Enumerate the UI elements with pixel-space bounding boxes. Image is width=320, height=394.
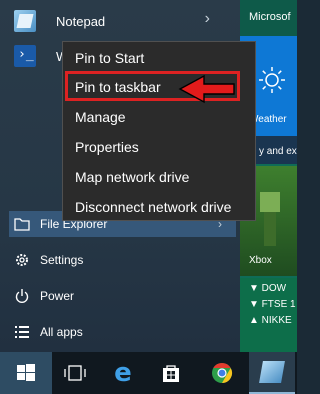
chrome-icon — [212, 362, 233, 384]
sun-icon — [259, 67, 285, 93]
taskbar: e — [0, 352, 297, 394]
edge-taskbar-button[interactable]: e — [100, 352, 146, 394]
windows-start-button[interactable] — [0, 352, 52, 394]
chevron-right-icon[interactable]: › — [205, 10, 210, 28]
tile-news-label: y and ex — [259, 146, 297, 157]
folder-icon — [14, 218, 30, 231]
minecraft-character-image — [260, 192, 280, 212]
notepad-taskbar-button[interactable] — [249, 352, 295, 394]
windows-start-icon — [17, 364, 35, 381]
tile-microsoft-label: Microsof — [249, 11, 291, 23]
notepad-icon — [259, 361, 285, 383]
tile-xbox-label: Xbox — [249, 255, 272, 266]
store-taskbar-button[interactable] — [148, 352, 194, 394]
tile-money-line-1: ▼ DOW — [249, 283, 287, 294]
powershell-app-icon — [14, 45, 36, 67]
app-powershell[interactable]: W — [14, 41, 68, 71]
task-view-button[interactable] — [52, 352, 98, 394]
menu-item-properties[interactable]: Properties — [75, 136, 139, 158]
nav-settings-label: Settings — [40, 253, 84, 267]
list-icon — [15, 326, 29, 338]
tile-money-line-2: ▼ FTSE 1 — [249, 299, 296, 310]
app-notepad-label: Notepad — [56, 13, 106, 29]
menu-item-map-network-drive[interactable]: Map network drive — [75, 166, 189, 188]
tile-money-line-3: ▲ NIKKE — [249, 315, 292, 326]
nav-settings[interactable]: Settings — [14, 246, 229, 274]
menu-item-pin-to-start[interactable]: Pin to Start — [75, 47, 144, 69]
nav-power-label: Power — [40, 289, 75, 303]
minecraft-character-body — [264, 212, 276, 246]
chrome-taskbar-button[interactable] — [199, 352, 245, 394]
app-notepad[interactable]: Notepad — [14, 6, 105, 36]
store-icon — [163, 365, 179, 382]
nav-all-apps[interactable]: All apps — [14, 318, 229, 346]
nav-all-apps-label: All apps — [40, 325, 83, 339]
nav-power[interactable]: Power — [14, 282, 229, 310]
gear-icon — [16, 254, 28, 266]
red-arrow-icon — [178, 74, 235, 104]
task-view-icon — [64, 365, 86, 381]
menu-item-manage[interactable]: Manage — [75, 106, 126, 128]
menu-item-disconnect-network-drive[interactable]: Disconnect network drive — [75, 196, 231, 218]
notepad-app-icon — [14, 10, 36, 32]
power-icon — [15, 289, 29, 303]
context-menu: Pin to Start Pin to taskbar Manage Prope… — [62, 41, 256, 221]
edge-icon: e — [114, 358, 132, 388]
